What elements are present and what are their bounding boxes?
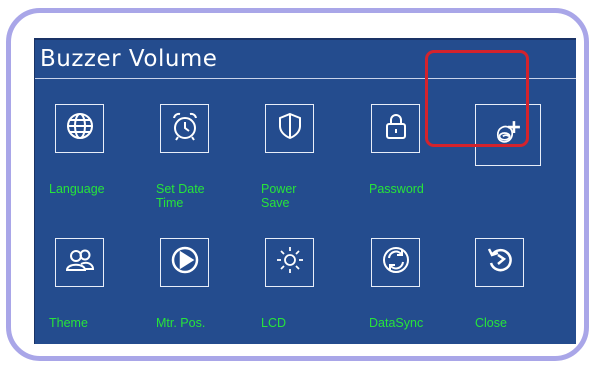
close-label: Close <box>475 316 507 330</box>
users-icon <box>63 243 97 282</box>
set-date-time-label: Set Date Time <box>156 182 205 210</box>
password-label: Password <box>369 182 424 196</box>
lcd-label: LCD <box>261 316 287 330</box>
lock-icon <box>379 109 413 148</box>
shield-icon <box>273 109 307 148</box>
alarm-clock-icon <box>168 109 202 148</box>
sync-icon <box>379 243 413 282</box>
datasync-button[interactable] <box>371 238 420 287</box>
lcd-button[interactable] <box>265 238 314 287</box>
theme-button[interactable] <box>55 238 104 287</box>
power-save-button[interactable] <box>265 104 314 153</box>
play-circle-icon <box>168 243 202 282</box>
password-button[interactable] <box>371 104 420 153</box>
language-label: Language <box>49 182 105 196</box>
theme-label: Theme <box>49 316 88 330</box>
undo-icon <box>483 243 517 282</box>
power-save-label: Power Save <box>261 182 297 210</box>
mtr-pos-label: Mtr. Pos. <box>156 316 206 330</box>
set-date-time-button[interactable] <box>160 104 209 153</box>
datasync-label: DataSync <box>369 316 424 330</box>
page-title: Buzzer Volume <box>40 46 218 72</box>
sun-icon <box>273 243 307 282</box>
mtr-pos-button[interactable] <box>160 238 209 287</box>
globe-icon <box>63 109 97 148</box>
selection-highlight <box>425 50 529 147</box>
close-button[interactable] <box>475 238 524 287</box>
language-button[interactable] <box>55 104 104 153</box>
